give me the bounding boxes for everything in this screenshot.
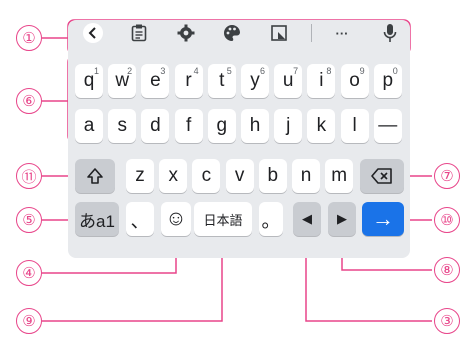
key-i[interactable]: i8 [307, 64, 336, 98]
key-c[interactable]: c [192, 159, 221, 193]
key-z[interactable]: z [126, 159, 154, 193]
comma-key[interactable]: 、 [126, 202, 154, 236]
callout-shift: ⑪ [16, 163, 42, 189]
cursor-left-key[interactable]: ◀ [293, 202, 321, 236]
key-s[interactable]: s [108, 109, 137, 143]
key-label: h [249, 115, 261, 136]
key-w[interactable]: w2 [108, 64, 137, 98]
key-label: l [352, 115, 357, 136]
key-v[interactable]: v [225, 159, 254, 193]
key-label: m [331, 165, 348, 186]
callout-toolbar: ① [16, 25, 42, 51]
key-label: p [382, 70, 394, 91]
key-label: g [216, 115, 228, 136]
key-label: t [219, 70, 225, 91]
key-label: z [135, 165, 145, 186]
key-x[interactable]: x [159, 159, 188, 193]
key-hint: 2 [127, 66, 133, 76]
key-label: k [316, 115, 327, 136]
key-g[interactable]: g [207, 109, 236, 143]
key-hint: 5 [226, 66, 232, 76]
key-label: f [185, 115, 192, 136]
key-label: c [201, 165, 212, 186]
key-r[interactable]: r4 [174, 64, 203, 98]
key-d[interactable]: d [141, 109, 170, 143]
period-key[interactable]: 。 [259, 202, 283, 236]
key-hint: 9 [359, 66, 365, 76]
callout-language: ⑨ [16, 308, 42, 334]
enter-key[interactable]: → [362, 202, 404, 236]
key-f[interactable]: f [174, 109, 203, 143]
key-dash[interactable]: — [373, 109, 402, 143]
key-label: x [168, 165, 178, 186]
key-label: o [349, 70, 360, 91]
key-q[interactable]: q1 [75, 64, 103, 98]
palette-icon[interactable] [219, 20, 245, 46]
key-label: j [286, 115, 291, 136]
callout-enter: ⑩ [434, 207, 460, 233]
more-icon[interactable]: ··· [329, 20, 355, 46]
key-m[interactable]: m [325, 159, 354, 193]
cursor-right-key[interactable]: ▶ [328, 202, 356, 236]
key-n[interactable]: n [292, 159, 320, 193]
callout-left: ③ [434, 308, 460, 334]
key-label: n [300, 165, 312, 186]
key-e[interactable]: e3 [141, 64, 170, 98]
input-mode-key[interactable]: あa1 [75, 202, 119, 236]
key-label: a [83, 115, 95, 136]
key-j[interactable]: j [274, 109, 303, 143]
key-label: — [378, 115, 398, 136]
callout-letter-keys: ⑥ [16, 88, 42, 114]
callout-backspace: ⑦ [434, 163, 460, 189]
key-hint: 6 [259, 66, 265, 76]
key-h[interactable]: h [241, 109, 269, 143]
key-hint: 1 [93, 66, 99, 76]
key-label: r [185, 70, 192, 91]
key-label: q [83, 70, 95, 91]
callout-mode: ⑤ [16, 207, 42, 233]
key-hint: 4 [193, 66, 199, 76]
shift-key[interactable] [75, 159, 115, 193]
resize-icon[interactable] [266, 20, 292, 46]
key-k[interactable]: k [307, 109, 336, 143]
key-label: v [234, 165, 245, 186]
mic-icon[interactable] [377, 20, 403, 46]
language-key[interactable]: 日本語 [194, 202, 252, 236]
key-b[interactable]: b [258, 159, 287, 193]
key-label: u [282, 70, 294, 91]
clipboard-icon[interactable] [126, 20, 152, 46]
key-o[interactable]: o9 [340, 64, 369, 98]
key-label: i [319, 70, 324, 91]
key-l[interactable]: l [340, 109, 369, 143]
key-label: d [150, 115, 161, 136]
callout-emoji: ④ [16, 260, 42, 286]
key-a[interactable]: a [75, 109, 103, 143]
key-hint: 7 [293, 66, 299, 76]
toolbar-divider [311, 24, 312, 42]
key-y[interactable]: y6 [241, 64, 269, 98]
key-p[interactable]: p0 [373, 64, 402, 98]
key-t[interactable]: t5 [207, 64, 236, 98]
gear-icon[interactable] [173, 20, 199, 46]
key-label: s [117, 115, 127, 136]
key-label: y [250, 70, 260, 91]
key-hint: 8 [326, 66, 332, 76]
key-hint: 3 [160, 66, 166, 76]
backspace-key[interactable] [360, 159, 404, 193]
callout-right: ⑧ [434, 257, 460, 283]
key-label: e [150, 70, 161, 91]
key-u[interactable]: u7 [274, 64, 303, 98]
back-chevron-icon[interactable] [80, 20, 106, 46]
emoji-key[interactable]: ☺ [161, 202, 191, 236]
key-hint: 0 [392, 66, 398, 76]
key-label: b [267, 165, 279, 186]
